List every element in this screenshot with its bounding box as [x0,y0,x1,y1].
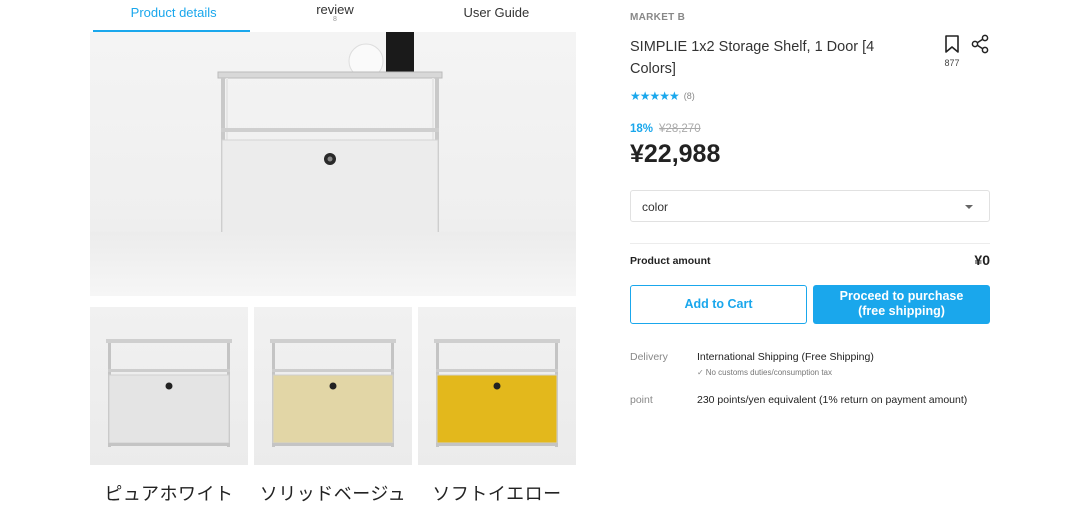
main-product-image [90,32,576,296]
point-value: 230 points/yen equivalent (1% return on … [697,394,968,406]
bookmark-count: 877 [944,58,960,68]
tab-label: review [316,2,354,17]
original-price: ¥28,270 [659,123,701,135]
divider [630,243,990,244]
shelf-beige-illustration [270,339,396,447]
product-title: SIMPLIE 1x2 Storage Shelf, 1 Door [4 Col… [630,39,875,77]
seller-name[interactable]: MARKET B [630,12,685,23]
check-icon: ✓ [697,368,704,377]
delivery-value: International Shipping (Free Shipping) [697,351,874,363]
thumbnail-solid-beige[interactable] [254,307,412,465]
color-thumbnails [90,307,577,465]
shelf-yellow-illustration [434,339,560,447]
thumbnail-labels: ピュアホワイト ソリッドベージュ ソフトイエロー [90,480,577,506]
tab-review[interactable]: review 8 [254,0,415,32]
bookmark-button[interactable] [943,34,961,54]
share-icon [971,34,989,54]
shelf-white-illustration [106,339,232,447]
thumbnail-soft-yellow[interactable] [418,307,576,465]
delivery-label: Delivery [630,351,668,363]
thumbnail-label: ソフトイエロー [432,484,562,504]
sale-price: ¥22,988 [630,140,721,168]
delivery-note: ✓ No customs duties/consumption tax [697,368,832,377]
discount-row: 18% ¥28,270 [630,123,701,135]
color-select-placeholder: color [642,200,669,214]
tab-user-guide[interactable]: User Guide [416,0,577,32]
add-to-cart-button[interactable]: Add to Cart [630,285,807,324]
delivery-note-text: No customs duties/consumption tax [705,368,832,377]
product-amount-value: ¥0 [974,252,990,268]
thumbnail-pure-white[interactable] [90,307,248,465]
rating-stars-icon: ★★★★★ [630,89,680,103]
floor-backdrop [90,232,576,296]
chevron-down-icon [965,205,973,209]
purchase-label: Proceed to purchase [839,289,964,303]
review-tab-count: 8 [333,16,337,23]
color-select[interactable]: color [630,190,990,222]
thumbnail-label: ソリッドベージュ [259,484,407,504]
discount-rate: 18% [630,123,654,135]
product-amount-label: Product amount [630,255,711,267]
tab-label: Product details [130,5,217,20]
review-count: (8) [683,91,695,101]
tab-label: User Guide [463,5,530,20]
point-label: point [630,394,653,406]
product-rating[interactable]: ★★★★★ (8) [630,89,695,103]
bookmark-icon [945,35,959,53]
product-tabs: Product details review 8 User Guide [93,0,577,32]
proceed-to-purchase-button[interactable]: Proceed to purchase (free shipping) [813,285,990,324]
thumbnail-label: ピュアホワイト [104,484,234,504]
purchase-sublabel: (free shipping) [858,304,945,318]
tab-product-details[interactable]: Product details [93,0,254,32]
share-button[interactable] [970,34,990,54]
